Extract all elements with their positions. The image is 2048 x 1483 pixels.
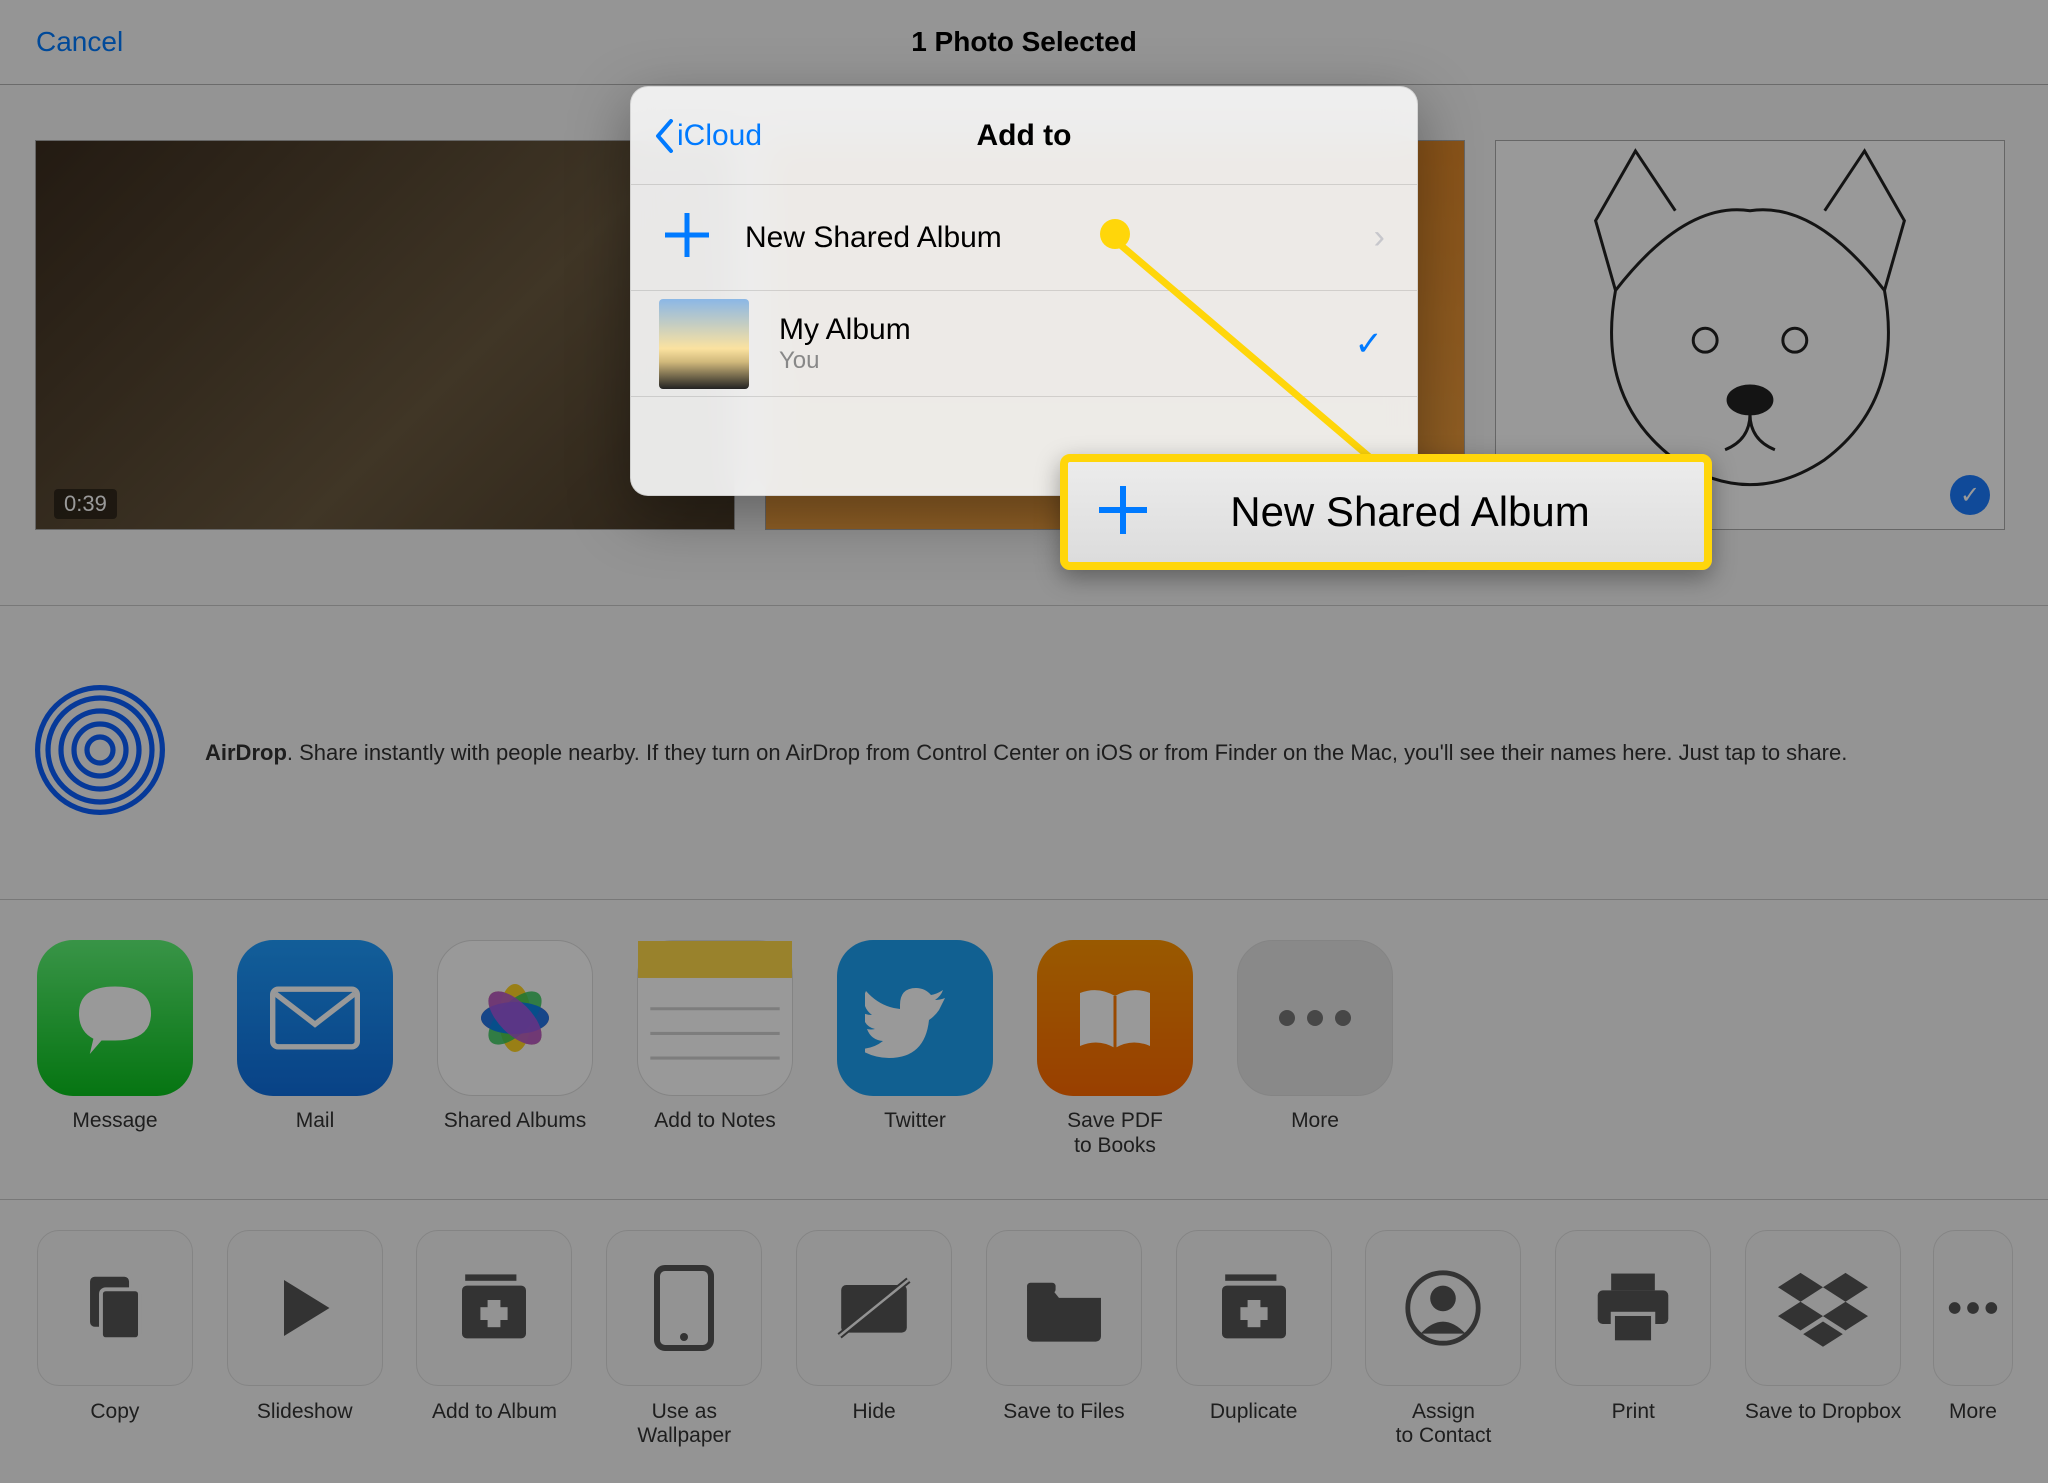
- plus-icon: [1092, 479, 1154, 546]
- video-duration-badge: 0:39: [54, 489, 117, 519]
- share-label: Mail: [296, 1108, 335, 1133]
- airdrop-description: AirDrop. Share instantly with people nea…: [205, 738, 1847, 768]
- back-label: iCloud: [677, 119, 762, 153]
- action-label: Use as Wallpaper: [637, 1400, 731, 1448]
- selected-check-icon: ✓: [1950, 475, 1990, 515]
- chevron-left-icon: [653, 119, 675, 153]
- action-print[interactable]: Print: [1553, 1230, 1713, 1483]
- share-sheet-header: Cancel 1 Photo Selected: [0, 0, 2048, 85]
- action-use-as-wallpaper[interactable]: Use as Wallpaper: [604, 1230, 764, 1483]
- share-mail[interactable]: Mail: [235, 940, 395, 1199]
- action-more[interactable]: More: [1933, 1230, 2013, 1483]
- wallpaper-icon: [606, 1230, 762, 1386]
- more-icon: [1933, 1230, 2013, 1386]
- airdrop-label: AirDrop: [205, 740, 287, 765]
- popover-header: iCloud Add to: [631, 87, 1417, 185]
- share-more[interactable]: More: [1235, 940, 1395, 1199]
- popover-title: Add to: [977, 119, 1072, 153]
- action-save-to-dropbox[interactable]: Save to Dropbox: [1743, 1230, 1903, 1483]
- action-label: Duplicate: [1210, 1400, 1298, 1424]
- action-duplicate[interactable]: Duplicate: [1174, 1230, 1334, 1483]
- add-album-icon: [416, 1230, 572, 1386]
- action-label: Hide: [852, 1400, 895, 1424]
- action-label: Print: [1612, 1400, 1655, 1424]
- row-subtitle: You: [779, 347, 911, 375]
- play-icon: [227, 1230, 383, 1386]
- cancel-button[interactable]: Cancel: [36, 26, 123, 58]
- share-label: Message: [72, 1108, 157, 1133]
- share-label: Add to Notes: [654, 1108, 775, 1133]
- share-label: More: [1291, 1108, 1339, 1133]
- row-title: My Album: [779, 313, 911, 347]
- hide-icon: [796, 1230, 952, 1386]
- share-label: Twitter: [884, 1108, 946, 1133]
- action-label: Add to Album: [432, 1400, 557, 1424]
- share-twitter[interactable]: Twitter: [835, 940, 995, 1199]
- annotation-dot: [1100, 219, 1130, 249]
- page-title: 1 Photo Selected: [911, 26, 1137, 58]
- action-save-to-files[interactable]: Save to Files: [984, 1230, 1144, 1483]
- checkmark-icon: ✓: [1355, 324, 1384, 364]
- folder-icon: [986, 1230, 1142, 1386]
- action-hide[interactable]: Hide: [794, 1230, 954, 1483]
- action-label: Copy: [90, 1400, 139, 1424]
- shared-albums-icon: [437, 940, 593, 1096]
- action-label: Slideshow: [257, 1400, 353, 1424]
- action-label: More: [1949, 1400, 1997, 1424]
- share-label: Save PDF to Books: [1067, 1108, 1163, 1158]
- share-label: Shared Albums: [444, 1108, 586, 1133]
- share-save-pdf-books[interactable]: Save PDF to Books: [1035, 940, 1195, 1199]
- add-to-popover: iCloud Add to New Shared Album › My Albu…: [630, 86, 1418, 496]
- notes-icon: [637, 940, 793, 1096]
- action-label: Save to Dropbox: [1745, 1400, 1901, 1424]
- share-shared-albums[interactable]: Shared Albums: [435, 940, 595, 1199]
- plus-icon: [659, 207, 715, 268]
- contact-icon: [1365, 1230, 1521, 1386]
- row-title: New Shared Album: [745, 221, 1002, 255]
- callout-label: New Shared Album: [1180, 488, 1680, 536]
- back-button[interactable]: iCloud: [653, 119, 762, 153]
- books-icon: [1037, 940, 1193, 1096]
- action-slideshow[interactable]: Slideshow: [225, 1230, 385, 1483]
- action-label: Assign to Contact: [1396, 1400, 1492, 1448]
- airdrop-section: AirDrop. Share instantly with people nea…: [0, 605, 2048, 900]
- album-thumbnail: [659, 299, 749, 389]
- action-copy[interactable]: Copy: [35, 1230, 195, 1483]
- chevron-right-icon: ›: [1374, 218, 1385, 257]
- more-icon: [1237, 940, 1393, 1096]
- annotation-callout: New Shared Album: [1060, 454, 1712, 570]
- action-row: Copy Slideshow Add to Album Use as Wallp…: [0, 1200, 2048, 1483]
- share-add-to-notes[interactable]: Add to Notes: [635, 940, 795, 1199]
- action-label: Save to Files: [1003, 1400, 1124, 1424]
- twitter-icon: [837, 940, 993, 1096]
- copy-icon: [37, 1230, 193, 1386]
- print-icon: [1555, 1230, 1711, 1386]
- row-my-album[interactable]: My Album You ✓: [631, 291, 1417, 397]
- duplicate-icon: [1176, 1230, 1332, 1386]
- dropbox-icon: [1745, 1230, 1901, 1386]
- action-assign-to-contact[interactable]: Assign to Contact: [1364, 1230, 1524, 1483]
- share-message[interactable]: Message: [35, 940, 195, 1199]
- messages-icon: [37, 940, 193, 1096]
- airdrop-icon: [35, 685, 165, 820]
- share-apps-row: Message Mail Shared Albums Add to Notes …: [0, 900, 2048, 1200]
- action-add-to-album[interactable]: Add to Album: [415, 1230, 575, 1483]
- airdrop-body: . Share instantly with people nearby. If…: [287, 740, 1847, 765]
- mail-icon: [237, 940, 393, 1096]
- row-new-shared-album[interactable]: New Shared Album ›: [631, 185, 1417, 291]
